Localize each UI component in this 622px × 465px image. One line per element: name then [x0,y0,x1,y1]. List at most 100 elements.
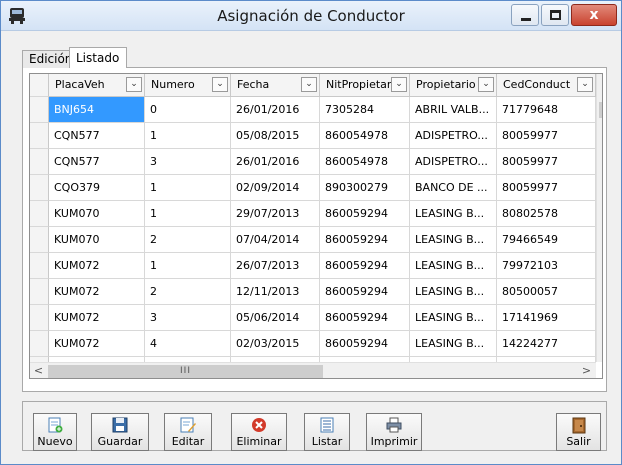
table-cell-cedconductor[interactable]: 79466549 [497,227,596,253]
table-cell-propietario[interactable]: LEASING B... [410,331,497,357]
imprimir-button[interactable]: Imprimir [366,413,422,451]
row-header[interactable] [30,97,49,123]
table-cell-propietario[interactable]: ABRIL VALB... [410,97,497,123]
table-cell-propietario[interactable]: ADISPETRO... [410,149,497,175]
table-cell-nitpropietario[interactable]: 860059294 [320,253,410,279]
table-cell-numero[interactable]: 1 [145,201,231,227]
table-cell-nitpropietario[interactable]: 860059294 [320,227,410,253]
column-header-cedconductor[interactable]: CedConduct ⌄ [497,74,596,97]
table-cell-numero[interactable]: 4 [145,331,231,357]
table-cell-nitpropietario[interactable]: 860059294 [320,201,410,227]
table-cell-cedconductor[interactable]: 80500057 [497,279,596,305]
scroll-left-icon[interactable]: < [30,363,47,378]
minimize-button[interactable] [511,4,539,26]
table-cell-propietario[interactable]: LEASING B... [410,253,497,279]
table-cell-placaveh[interactable]: CQO379 [49,175,145,201]
table-cell-cedconductor[interactable]: 71779648 [497,97,596,123]
row-header[interactable] [30,123,49,149]
table-cell-placaveh[interactable]: CQN577 [49,149,145,175]
table-cell-numero[interactable]: 3 [145,149,231,175]
table-cell-fecha[interactable]: 05/08/2015 [231,123,320,149]
table-cell-fecha[interactable]: 26/01/2016 [231,97,320,123]
row-header[interactable] [30,331,49,357]
table-cell-placaveh[interactable]: KUM072 [49,305,145,331]
column-header-fecha[interactable]: Fecha ⌄ [231,74,320,97]
column-filter-dropdown-icon[interactable]: ⌄ [301,77,317,92]
table-cell-cedconductor[interactable]: 80059977 [497,123,596,149]
tab-listado[interactable]: Listado [69,47,127,68]
table-cell-fecha[interactable]: 26/07/2013 [231,253,320,279]
table-cell-nitpropietario[interactable]: 860054978 [320,149,410,175]
table-cell-propietario[interactable]: LEASING B... [410,305,497,331]
column-header-placaveh[interactable]: PlacaVeh ⌄ [49,74,145,97]
table-cell-fecha[interactable]: 07/04/2014 [231,227,320,253]
row-header[interactable] [30,305,49,331]
table-cell-nitpropietario[interactable]: 7305284 [320,97,410,123]
table-cell-cedconductor[interactable]: 79972103 [497,253,596,279]
tab-edicion[interactable]: Edición [22,50,72,68]
column-filter-dropdown-icon[interactable]: ⌄ [391,77,407,92]
table-cell-placaveh[interactable]: KUM072 [49,331,145,357]
title-bar[interactable]: Asignación de Conductor x [1,1,621,31]
maximize-button[interactable] [541,4,569,26]
table-cell-numero[interactable]: 2 [145,279,231,305]
table-cell-cedconductor[interactable]: 14224277 [497,331,596,357]
column-header-numero[interactable]: Numero ⌄ [145,74,231,97]
table-cell-nitpropietario[interactable]: 860059294 [320,279,410,305]
table-cell-nitpropietario[interactable]: 860059294 [320,305,410,331]
row-header[interactable] [30,279,49,305]
table-cell-fecha[interactable]: 29/07/2013 [231,201,320,227]
table-cell-propietario[interactable]: BANCO DE ... [410,175,497,201]
scroll-down-icon[interactable]: ⌄ [597,342,602,360]
table-cell-numero[interactable]: 2 [145,227,231,253]
table-cell-cedconductor[interactable]: 17141969 [497,305,596,331]
table-cell-placaveh[interactable]: BNJ654 [49,97,145,123]
guardar-button[interactable]: Guardar [91,413,149,451]
table-cell-propietario[interactable]: LEASING B... [410,279,497,305]
row-header[interactable] [30,175,49,201]
table-cell-numero[interactable]: 1 [145,123,231,149]
table-cell-propietario[interactable]: ADISPETRO... [410,123,497,149]
column-filter-dropdown-icon[interactable]: ⌄ [126,77,142,92]
horizontal-scroll-thumb[interactable]: III [48,365,323,378]
column-filter-dropdown-icon[interactable]: ⌄ [478,77,494,92]
vertical-scroll-thumb[interactable] [599,102,602,118]
horizontal-scrollbar[interactable]: < III > [30,362,596,378]
table-cell-fecha[interactable]: 02/03/2015 [231,331,320,357]
table-cell-placaveh[interactable]: KUM070 [49,227,145,253]
row-header[interactable] [30,227,49,253]
close-button[interactable]: x [571,4,617,26]
salir-button[interactable]: Salir [556,413,601,451]
row-header[interactable] [30,149,49,175]
table-cell-placaveh[interactable]: KUM070 [49,201,145,227]
table-cell-propietario[interactable]: LEASING B... [410,201,497,227]
scroll-right-icon[interactable]: > [578,363,595,378]
column-filter-dropdown-icon[interactable]: ⌄ [577,77,593,92]
table-cell-placaveh[interactable]: CQN577 [49,123,145,149]
table-cell-placaveh[interactable]: KUM072 [49,253,145,279]
table-cell-numero[interactable]: 1 [145,175,231,201]
table-cell-propietario[interactable]: LEASING B... [410,227,497,253]
table-cell-nitpropietario[interactable]: 890300279 [320,175,410,201]
table-cell-cedconductor[interactable]: 80059977 [497,149,596,175]
table-cell-fecha[interactable]: 02/09/2014 [231,175,320,201]
scroll-up-icon[interactable]: ⌃ [597,76,602,94]
table-cell-nitpropietario[interactable]: 860059294 [320,331,410,357]
table-cell-nitpropietario[interactable]: 860054978 [320,123,410,149]
eliminar-button[interactable]: Eliminar [231,413,287,451]
table-cell-numero[interactable]: 3 [145,305,231,331]
nuevo-button[interactable]: Nuevo [33,413,77,451]
row-header[interactable] [30,253,49,279]
data-grid[interactable]: PlacaVeh ⌄ Numero ⌄ Fecha ⌄ NitPropietar ⌄ Propi… [29,73,603,379]
column-filter-dropdown-icon[interactable]: ⌄ [212,77,228,92]
table-cell-cedconductor[interactable]: 80802578 [497,201,596,227]
column-header-nitpropietario[interactable]: NitPropietar ⌄ [320,74,410,97]
table-cell-fecha[interactable]: 12/11/2013 [231,279,320,305]
table-cell-numero[interactable]: 1 [145,253,231,279]
row-header[interactable] [30,201,49,227]
table-cell-fecha[interactable]: 05/06/2014 [231,305,320,331]
table-cell-placaveh[interactable]: KUM072 [49,279,145,305]
table-cell-cedconductor[interactable]: 80059977 [497,175,596,201]
editar-button[interactable]: Editar [164,413,212,451]
table-cell-fecha[interactable]: 26/01/2016 [231,149,320,175]
